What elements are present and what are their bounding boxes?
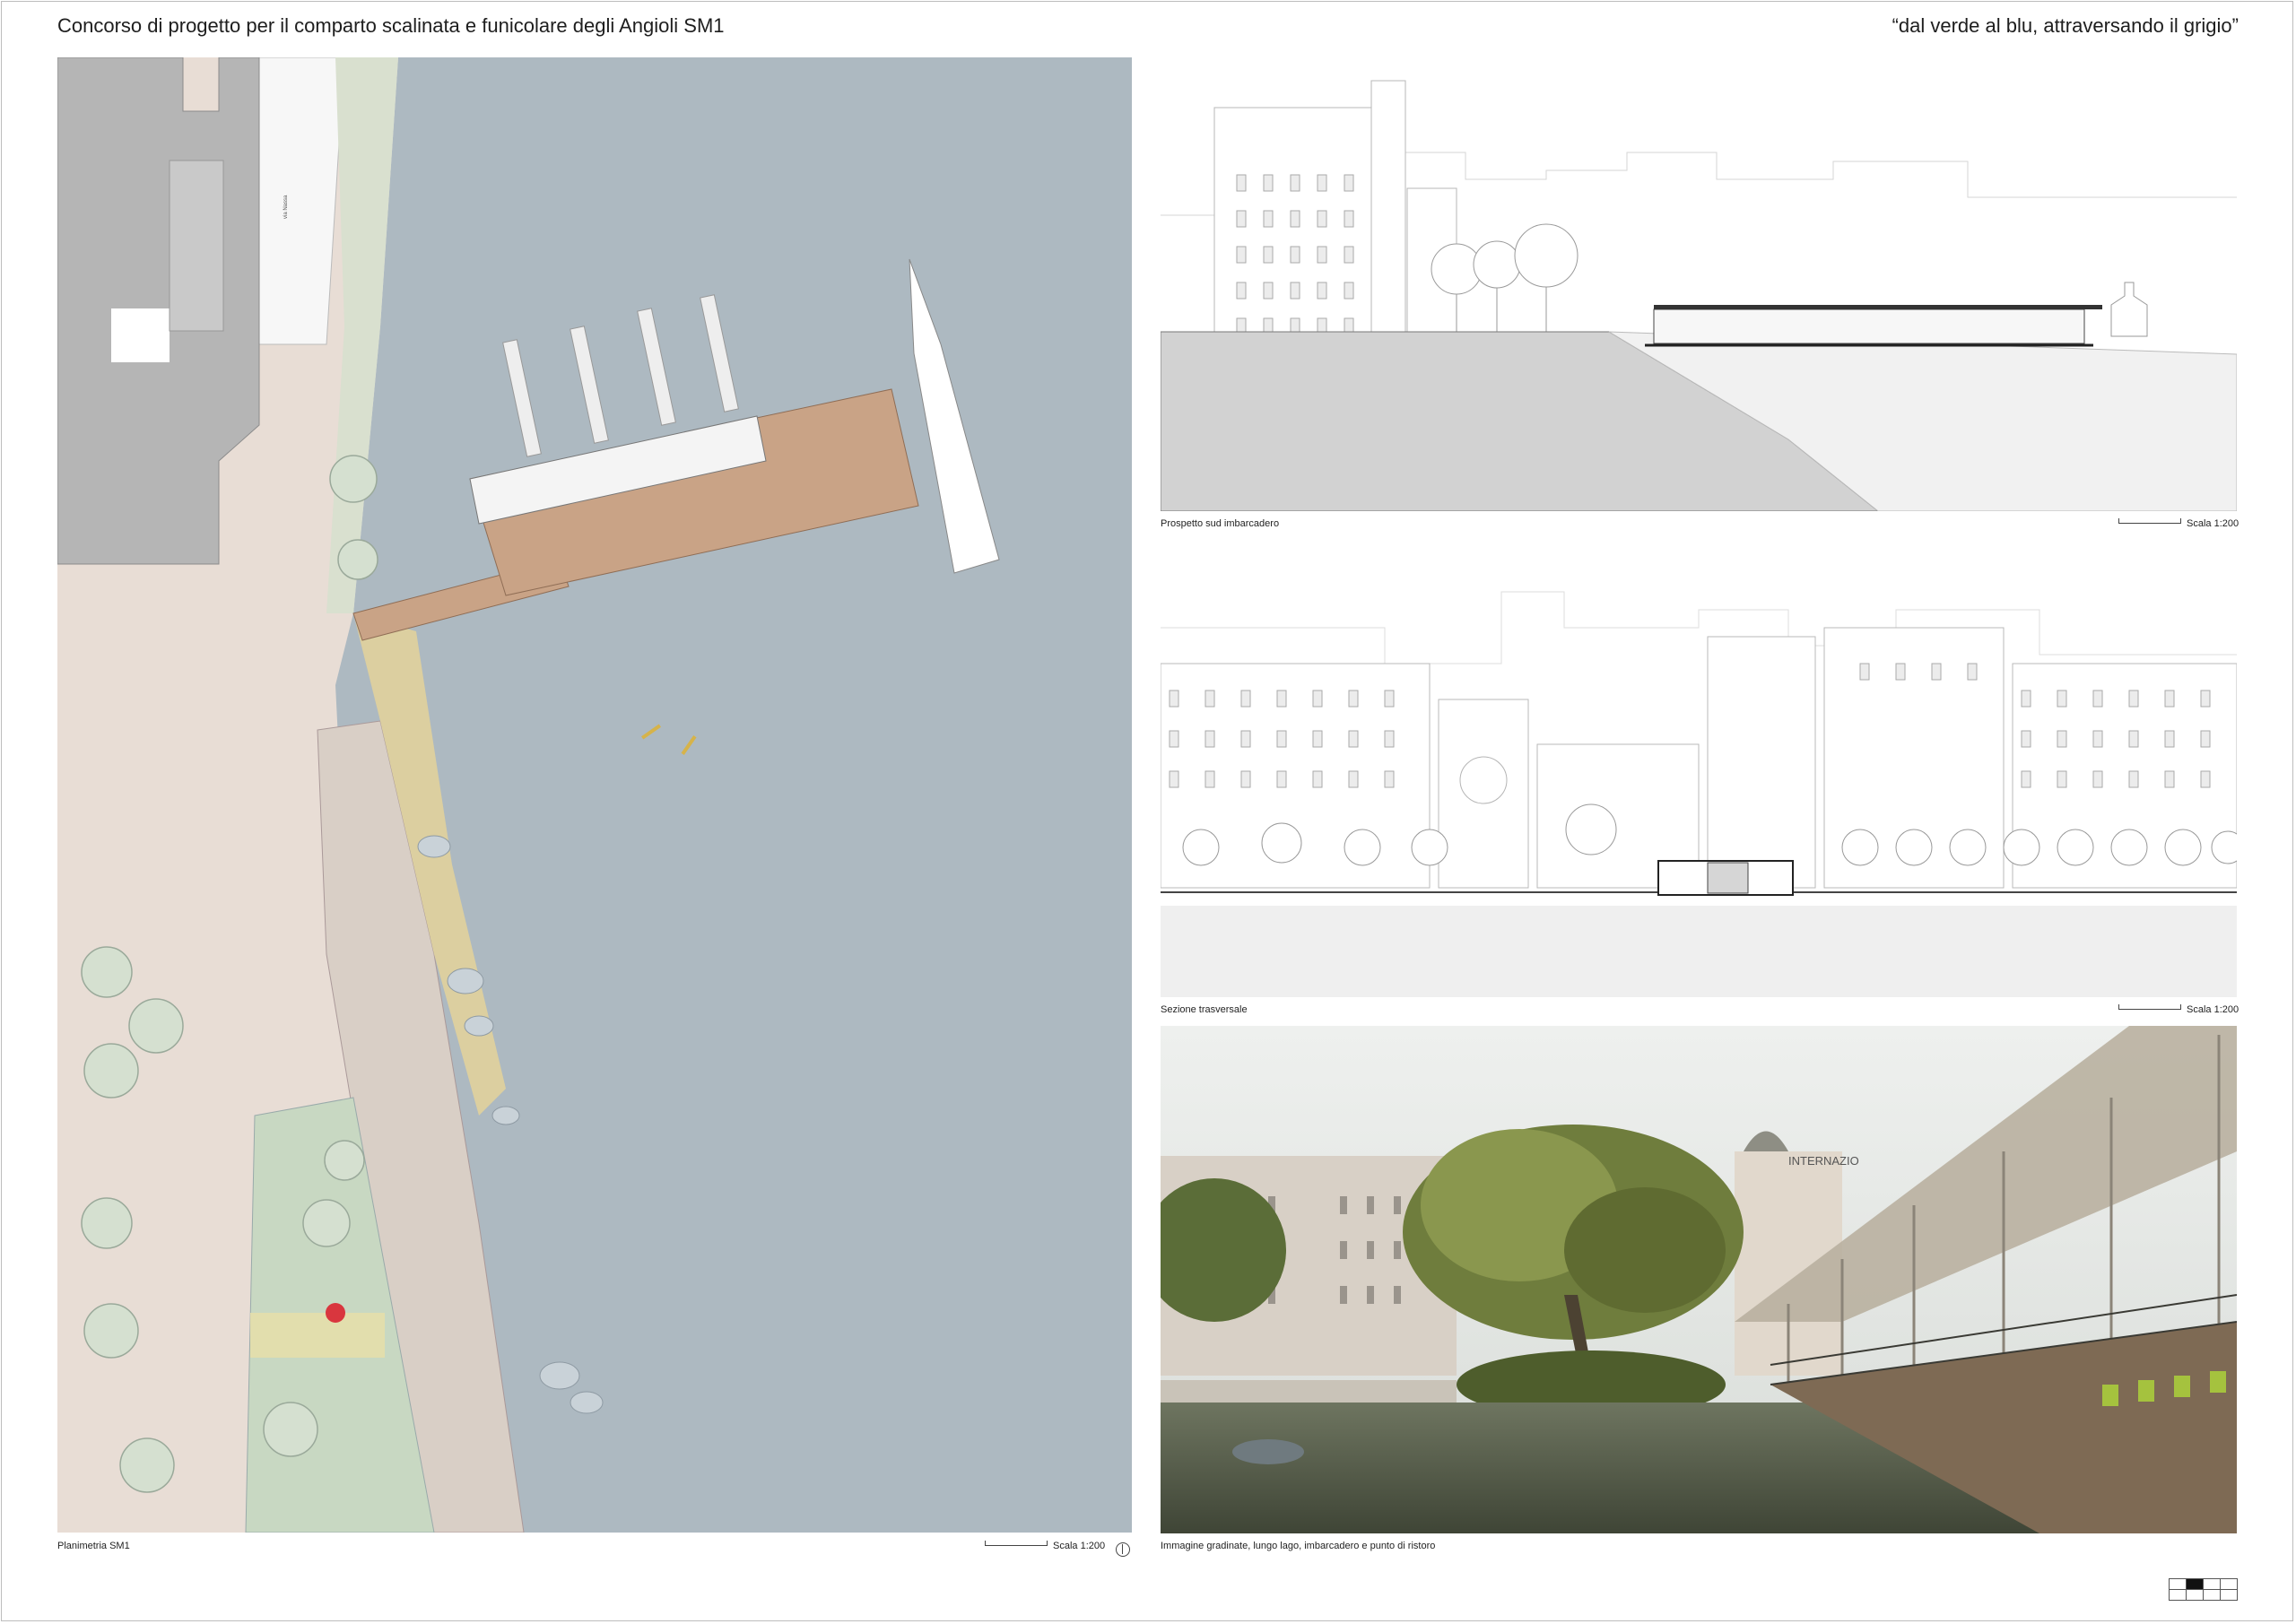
plan-scale: Scala 1:200 <box>1053 1541 1106 1551</box>
section-water <box>1161 906 2237 997</box>
sheet-cell <box>2220 1589 2238 1601</box>
sheet-cell <box>2203 1589 2221 1601</box>
sheet-cell-active <box>2186 1578 2204 1590</box>
sheet-cell <box>2169 1578 2187 1590</box>
sheet-cell <box>2186 1589 2204 1601</box>
park-path <box>250 1313 385 1358</box>
hotel-sign: INTERNAZIO <box>1788 1154 1859 1168</box>
rock <box>1232 1439 1304 1464</box>
section-scale: Scala 1:200 <box>2187 1004 2239 1015</box>
street-label: via Nassa <box>283 195 289 219</box>
south-elevation <box>1161 63 2237 511</box>
render-image: INTERNAZIO <box>1161 1026 2237 1533</box>
render-drawing: INTERNAZIO <box>1161 1026 2237 1533</box>
courtyard <box>111 308 170 362</box>
sheet-cell <box>2203 1578 2221 1590</box>
render-caption: Immagine gradinate, lungo lago, imbarcad… <box>1161 1541 1436 1551</box>
pavilion-core <box>1707 862 1749 894</box>
plan-scalebar <box>985 1541 1048 1546</box>
section-scalebar <box>2118 1004 2181 1010</box>
elevation-caption: Prospetto sud imbarcadero <box>1161 518 1280 529</box>
section-drawing <box>1161 591 2237 997</box>
roof-block <box>169 160 224 332</box>
elevation-scale: Scala 1:200 <box>2187 518 2239 529</box>
site-plan: via Nassa <box>57 57 1132 1533</box>
project-motto: “dal verde al blu, attraversando il grig… <box>1892 14 2239 37</box>
ferry-elevation <box>2110 282 2148 337</box>
church-rose-window <box>1459 756 1508 804</box>
sheet-cell <box>2220 1578 2238 1590</box>
sheet-cell <box>2169 1589 2187 1601</box>
road <box>245 57 345 345</box>
north-arrow-icon <box>1116 1542 1130 1557</box>
section-skyline <box>1161 591 2237 664</box>
section-caption: Sezione trasversale <box>1161 1004 1248 1015</box>
cross-section <box>1161 538 2237 997</box>
location-marker <box>326 1303 345 1323</box>
sheet-index <box>2169 1578 2238 1601</box>
elevation-scalebar <box>2118 518 2181 524</box>
plan-caption: Planimetria SM1 <box>57 1541 130 1551</box>
site-plan-drawing: via Nassa <box>57 57 1132 1533</box>
pavilion-roof <box>1654 305 2102 309</box>
elevation-drawing <box>1161 80 2237 511</box>
pavilion-elevation <box>1653 308 2085 344</box>
page-title: Concorso di progetto per il comparto sca… <box>57 14 725 37</box>
